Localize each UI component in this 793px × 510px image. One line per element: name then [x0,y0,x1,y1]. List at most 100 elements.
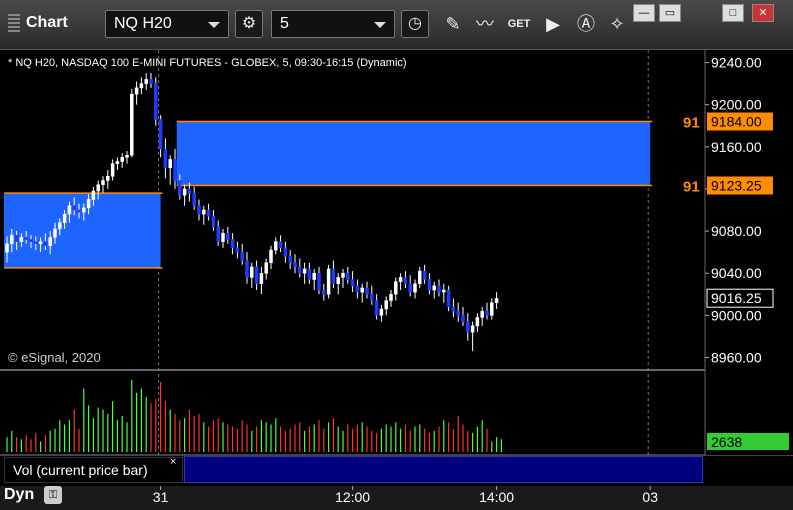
candle-body [230,239,235,249]
time-axis-background [0,486,793,510]
candle-body [437,285,441,293]
app-title: Chart [8,14,68,32]
candle-body [187,188,192,194]
close-button[interactable]: ✕ [752,4,774,22]
toolbar: Chart NQ H20 ⚙ 5 ◷ ✎ 〰 GET ▶ Ⓐ ✧ — ▭ □ ✕ [0,0,793,50]
minimize-icon: — [638,7,650,19]
mode-label[interactable]: Dyn [4,486,34,504]
candle-body [403,277,408,284]
symbol-input[interactable]: NQ H20 [105,10,229,38]
candle-body [101,180,105,185]
candle-body [86,199,91,209]
candle-body [29,239,33,242]
candle-body [110,163,115,177]
candle-body [163,148,168,169]
candle-body [470,325,475,333]
interval-input[interactable]: 5 [271,10,395,38]
candle-body [206,209,211,217]
lock-icon[interactable]: ⚿ [44,486,62,504]
candle-body [168,159,172,169]
candle-body [451,306,456,312]
x-tick-label: 12:00 [335,489,370,505]
candle-body [288,256,292,263]
x-tick-label: 03 [642,489,658,505]
candle-body [14,235,19,242]
candle-body [158,119,163,150]
a-icon[interactable]: Ⓐ [573,11,599,37]
candle-body [144,79,148,84]
candle-body [360,287,364,293]
price-label: 9016.25 [711,290,762,306]
chevron-down-icon[interactable] [208,22,220,28]
chevron-down-icon[interactable] [374,22,386,28]
candle-body [379,308,384,316]
candle-body [422,270,427,280]
candle-body [269,249,273,263]
get-icon[interactable]: GET [506,11,532,37]
candle-body [91,190,96,200]
play-icon[interactable]: ▶ [540,11,566,37]
candle-body [331,268,336,284]
y-tick-label: 9080.00 [711,223,762,239]
candle-body [67,205,72,215]
candle-body [490,302,494,316]
candle-body [154,83,158,120]
maximize-icon: □ [729,7,737,19]
grip-icon[interactable] [8,14,20,32]
candle-body [336,277,340,284]
candle-body [211,216,216,228]
candle-body [216,226,220,242]
candle-body [178,180,182,196]
candle-body [398,277,403,282]
volume-panel-label: Vol (current price bar) [4,457,183,483]
minimize-button[interactable]: — [633,4,655,22]
candle-body [322,289,326,295]
candle-body [130,93,134,156]
candle-body [312,272,316,280]
trend-icon[interactable]: 〰 [472,11,498,37]
candle-body [442,289,446,293]
candle-body [365,287,369,295]
candle-body [293,262,297,268]
pencil-icon[interactable]: ✎ [440,11,466,37]
symbol-value: NQ H20 [114,15,172,32]
restore-button[interactable]: ▭ [659,4,681,22]
price-label: 9184.00 [711,114,762,130]
tag-icon[interactable]: ✧ [604,11,630,37]
clock-icon[interactable]: ◷ [401,10,429,38]
candle-body [494,298,499,303]
candle-body [62,213,67,223]
get-label: GET [507,18,531,30]
candle-body [24,237,28,240]
candle-body [182,188,187,196]
candle-body [274,241,278,251]
candle-body [250,266,254,278]
maximize-button[interactable]: □ [722,4,744,22]
y-tick-label: 8960.00 [711,349,762,365]
candle-body [413,283,417,293]
candle-body [34,241,38,244]
candle-body [346,272,350,280]
price-chart[interactable]: 9240.009200.009160.009120.009080.009040.… [0,50,793,510]
price-label: 9123.25 [711,178,762,194]
window-title: Chart [26,14,68,32]
candle-body [264,262,268,274]
candle-body [10,235,14,244]
y-tick-label: 9000.00 [711,307,762,323]
candle-body [96,184,100,192]
candle-body [120,157,124,162]
volume-value-bar [184,456,703,483]
candle-body [259,272,264,284]
candle-body [394,281,398,295]
candle-body [427,279,432,291]
close-icon: ✕ [758,7,768,19]
candle-body [384,300,388,310]
gear-icon[interactable]: ⚙ [235,10,263,38]
candle-body [326,268,331,295]
x-tick-label: 31 [153,489,169,505]
close-icon[interactable]: × [170,456,176,468]
candle-body [278,241,283,249]
candle-body [202,209,206,215]
candle-body [475,317,480,327]
candle-body [389,294,393,301]
